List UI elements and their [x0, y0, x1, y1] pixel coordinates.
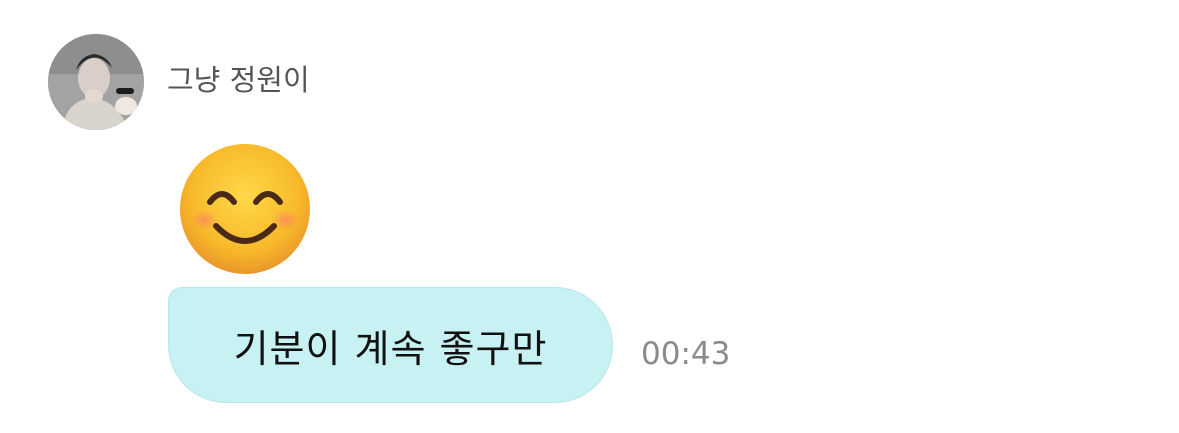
smiling-face-emoji-icon — [176, 142, 314, 276]
message-timestamp: 00:43 — [641, 336, 731, 372]
message-bubble[interactable]: 기분이 계속 좋구만 — [168, 287, 613, 403]
avatar[interactable] — [48, 34, 144, 130]
sender-name: 그냥 정원이 — [167, 63, 310, 97]
message-text: 기분이 계속 좋구만 — [233, 326, 548, 371]
avatar-photo-icon — [48, 34, 144, 130]
